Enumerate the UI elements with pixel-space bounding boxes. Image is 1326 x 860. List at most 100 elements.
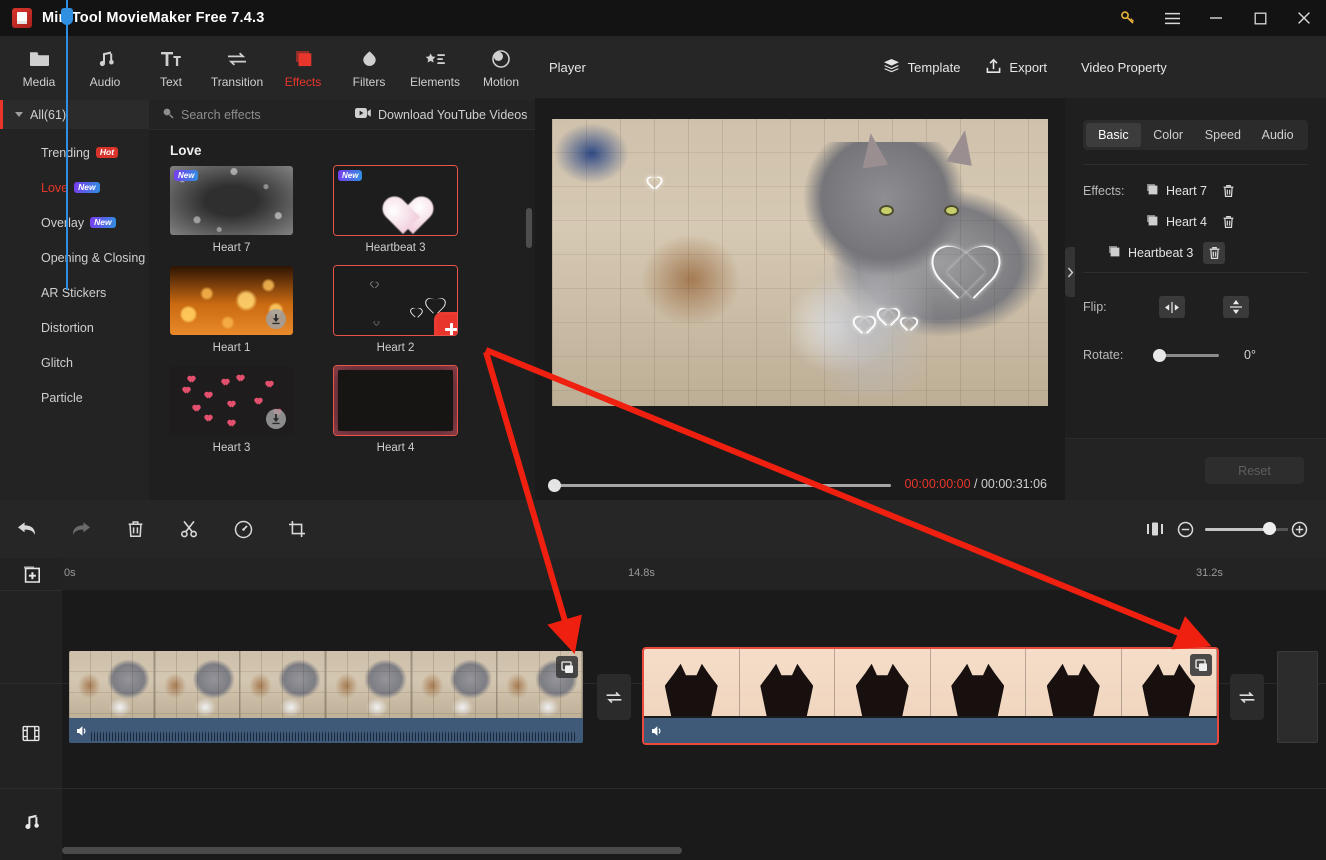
rotate-slider[interactable] [1153,348,1219,362]
seek-handle[interactable] [548,479,561,492]
effect-card[interactable]: New Heartbeat 3 [333,165,458,254]
effect-thumbnail[interactable] [333,365,458,436]
trash-icon[interactable] [1217,211,1239,233]
effect-chip[interactable]: Heartbeat 3 [1107,245,1193,261]
tab-speed[interactable]: Speed [1196,123,1251,147]
text-icon [160,48,182,70]
add-media-icon[interactable] [0,558,62,590]
effects-square-icon [293,48,313,70]
app-logo-icon [12,8,32,28]
film-strip-icon [22,725,40,747]
trash-icon[interactable] [1217,180,1239,202]
category-item-opening-closing[interactable]: Opening & Closing [0,240,149,275]
download-icon[interactable] [266,409,286,429]
category-item-distortion[interactable]: Distortion [0,310,149,345]
speaker-icon[interactable] [650,723,665,738]
category-item-trending[interactable]: Trending Hot [0,135,149,170]
playhead-handle[interactable] [61,8,73,25]
reset-button[interactable]: Reset [1205,457,1304,484]
effect-thumbnail[interactable] [170,266,293,335]
pip-icon[interactable] [556,656,578,678]
undo-arrow-icon[interactable] [0,506,54,552]
search-input[interactable] [181,107,331,122]
speedometer-icon[interactable] [216,506,270,552]
add-effect-button[interactable] [437,315,457,335]
category-item-glitch[interactable]: Glitch [0,345,149,380]
scissors-icon[interactable] [162,506,216,552]
crop-icon[interactable] [270,506,324,552]
title-bar: MiniTool MovieMaker Free 7.4.3 [0,0,1326,36]
maximize-icon[interactable] [1238,0,1282,36]
effect-chip[interactable]: Heart 7 [1145,183,1207,199]
category-all[interactable]: All(61) [0,100,149,129]
toolbar-item-elements[interactable]: Elements [402,38,468,98]
toolbar-item-filters[interactable]: Filters [336,38,402,98]
minimize-icon[interactable] [1194,0,1238,36]
flip-label: Flip: [1083,300,1107,314]
effect-thumbnail[interactable] [170,366,293,435]
browser-scrollbar[interactable] [526,208,532,248]
download-icon[interactable] [266,309,286,329]
applied-effects-list: Effects: Heart 7 Heart 4 Heartbeat 3 [1065,175,1326,268]
category-item-overlay[interactable]: Overlay New [0,205,149,240]
transition-slot-button[interactable] [597,674,631,720]
toolbar-item-text[interactable]: Text [138,38,204,98]
close-icon[interactable] [1282,0,1326,36]
export-button[interactable]: Export [986,58,1047,77]
effect-label: Heart 4 [376,442,415,454]
video-track-header[interactable] [0,683,62,788]
search-container[interactable] [149,106,349,124]
video-frame[interactable] [552,119,1048,406]
tab-basic[interactable]: Basic [1086,123,1141,147]
heart-overlay-small [641,171,659,187]
timeline-horizontal-scrollbar[interactable] [62,847,682,854]
flip-horizontal-icon[interactable] [1159,296,1185,318]
toolbar-item-effects[interactable]: Effects [270,38,336,98]
menu-icon[interactable] [1150,0,1194,36]
tab-color[interactable]: Color [1141,123,1196,147]
zoom-out-icon[interactable] [1172,506,1198,552]
category-item-love[interactable]: Love New [0,170,149,205]
toolbar-item-audio[interactable]: Audio [72,38,138,98]
audio-track-header[interactable] [0,788,62,860]
effect-thumbnail[interactable] [333,265,458,336]
category-item-ar-stickers[interactable]: AR Stickers [0,275,149,310]
pip-icon[interactable] [1190,654,1212,676]
panel-collapse-toggle[interactable] [1065,247,1075,297]
zoom-slider[interactable] [1205,522,1288,535]
timeline-empty-slot[interactable] [1277,651,1318,743]
effect-card[interactable]: New Heart 7 [170,166,293,254]
effect-card[interactable]: Heart 1 [170,266,293,354]
rotate-label: Rotate: [1083,348,1124,362]
toolbar-item-transition[interactable]: Transition [204,38,270,98]
trash-icon[interactable] [108,506,162,552]
zoom-in-icon[interactable] [1286,506,1312,552]
redo-arrow-icon[interactable] [54,506,108,552]
toolbar-item-motion[interactable]: Motion [468,38,534,98]
flip-vertical-icon[interactable] [1223,296,1249,318]
player-header: Player Template Export [535,36,1065,98]
fit-timeline-icon[interactable] [1138,506,1172,552]
tab-audio[interactable]: Audio [1250,123,1305,147]
effect-thumbnail[interactable]: New [170,166,293,235]
effect-card[interactable]: Heart 2 [333,265,458,354]
rotate-handle[interactable] [1153,348,1166,362]
effect-card[interactable]: Heart 3 [170,366,293,454]
timeline-clip[interactable] [69,651,583,743]
key-icon[interactable] [1106,0,1150,36]
timeline-ruler[interactable]: 0s 14.8s 31.2s [62,558,1326,590]
effect-thumbnail[interactable]: New [333,165,458,236]
effect-chip[interactable]: Heart 4 [1145,214,1207,230]
speaker-icon[interactable] [75,723,90,738]
timeline-clip[interactable] [642,647,1219,745]
playhead[interactable] [61,0,73,290]
toolbar-item-media[interactable]: Media [6,38,72,98]
transition-slot-button[interactable] [1230,674,1264,720]
zoom-handle[interactable] [1263,522,1276,535]
category-item-particle[interactable]: Particle [0,380,149,415]
seek-bar[interactable] [555,484,891,487]
download-youtube-button[interactable]: Download YouTube Videos [355,107,527,122]
trash-icon[interactable] [1203,241,1226,264]
template-button[interactable]: Template [883,58,960,76]
effect-card[interactable]: Heart 4 [333,365,458,454]
